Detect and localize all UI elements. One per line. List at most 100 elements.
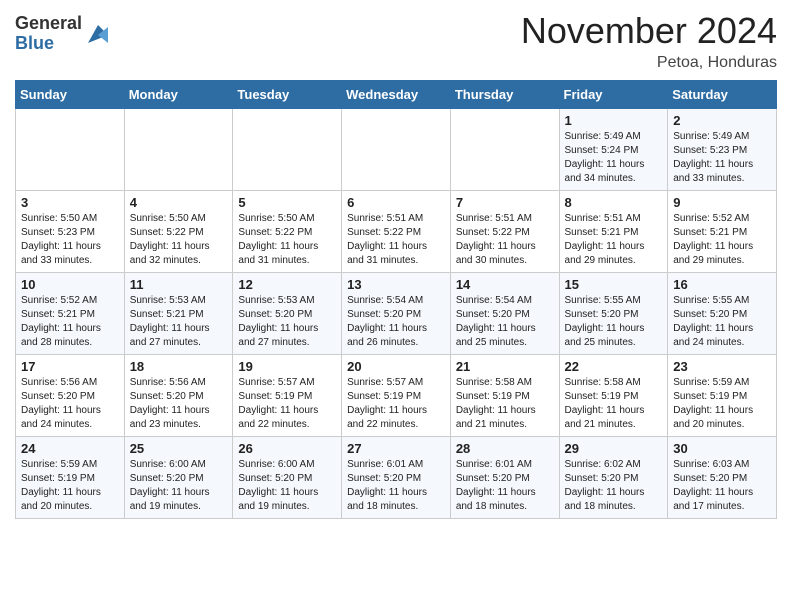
day-number: 26 <box>238 441 336 456</box>
calendar-cell: 12 Sunrise: 5:53 AMSunset: 5:20 PMDayligh… <box>233 273 342 355</box>
calendar-header-row: SundayMondayTuesdayWednesdayThursdayFrid… <box>16 81 777 109</box>
calendar-cell: 21 Sunrise: 5:58 AMSunset: 5:19 PMDayligh… <box>450 355 559 437</box>
calendar-table: SundayMondayTuesdayWednesdayThursdayFrid… <box>15 80 777 519</box>
day-number: 22 <box>565 359 663 374</box>
day-number: 27 <box>347 441 445 456</box>
column-header-thursday: Thursday <box>450 81 559 109</box>
calendar-cell: 27 Sunrise: 6:01 AMSunset: 5:20 PMDayligh… <box>342 437 451 519</box>
day-number: 8 <box>565 195 663 210</box>
calendar-cell: 5 Sunrise: 5:50 AMSunset: 5:22 PMDaylight… <box>233 191 342 273</box>
day-info: Sunrise: 5:54 AMSunset: 5:20 PMDaylight:… <box>347 294 445 350</box>
day-number: 1 <box>565 113 663 128</box>
day-info: Sunrise: 6:01 AMSunset: 5:20 PMDaylight:… <box>347 458 445 514</box>
calendar-cell: 28Sunrise: 6:01 AMSunset: 5:20 PMDayligh… <box>450 437 559 519</box>
calendar-cell: 29 Sunrise: 6:02 AMSunset: 5:20 PMDayligh… <box>559 437 668 519</box>
calendar-cell: 19 Sunrise: 5:57 AMSunset: 5:19 PMDayligh… <box>233 355 342 437</box>
column-header-monday: Monday <box>124 81 233 109</box>
calendar-cell: 1 Sunrise: 5:49 AMSunset: 5:24 PMDaylight… <box>559 109 668 191</box>
logo-area: General Blue <box>15 14 112 54</box>
column-header-wednesday: Wednesday <box>342 81 451 109</box>
day-number: 17 <box>21 359 119 374</box>
calendar-cell: 25 Sunrise: 6:00 AMSunset: 5:20 PMDayligh… <box>124 437 233 519</box>
day-number: 18 <box>130 359 228 374</box>
month-title: November 2024 <box>521 10 777 52</box>
week-row-1: 1 Sunrise: 5:49 AMSunset: 5:24 PMDaylight… <box>16 109 777 191</box>
column-header-sunday: Sunday <box>16 81 125 109</box>
day-number: 24 <box>21 441 119 456</box>
logo-icon <box>84 21 112 49</box>
calendar-page: General Blue November 2024 Petoa, Hondur… <box>0 0 792 534</box>
day-info: Sunrise: 5:56 AMSunset: 5:20 PMDaylight:… <box>21 376 119 432</box>
column-header-saturday: Saturday <box>668 81 777 109</box>
calendar-cell: 6 Sunrise: 5:51 AMSunset: 5:22 PMDaylight… <box>342 191 451 273</box>
logo-general: General <box>15 14 82 34</box>
day-number: 3 <box>21 195 119 210</box>
calendar-cell: 30Sunrise: 6:03 AMSunset: 5:20 PMDayligh… <box>668 437 777 519</box>
day-info: Sunrise: 5:55 AMSunset: 5:20 PMDaylight:… <box>565 294 663 350</box>
calendar-cell: 18Sunrise: 5:56 AMSunset: 5:20 PMDayligh… <box>124 355 233 437</box>
column-header-friday: Friday <box>559 81 668 109</box>
calendar-cell: 8Sunrise: 5:51 AMSunset: 5:21 PMDaylight… <box>559 191 668 273</box>
day-info: Sunrise: 5:49 AMSunset: 5:24 PMDaylight:… <box>565 130 663 186</box>
calendar-cell: 10Sunrise: 5:52 AMSunset: 5:21 PMDayligh… <box>16 273 125 355</box>
day-info: Sunrise: 6:03 AMSunset: 5:20 PMDaylight:… <box>673 458 771 514</box>
day-number: 13 <box>347 277 445 292</box>
day-info: Sunrise: 6:02 AMSunset: 5:20 PMDaylight:… <box>565 458 663 514</box>
calendar-cell <box>450 109 559 191</box>
calendar-cell: 22Sunrise: 5:58 AMSunset: 5:19 PMDayligh… <box>559 355 668 437</box>
day-number: 23 <box>673 359 771 374</box>
day-number: 6 <box>347 195 445 210</box>
calendar-cell: 20Sunrise: 5:57 AMSunset: 5:19 PMDayligh… <box>342 355 451 437</box>
calendar-cell: 16 Sunrise: 5:55 AMSunset: 5:20 PMDayligh… <box>668 273 777 355</box>
calendar-cell: 17 Sunrise: 5:56 AMSunset: 5:20 PMDayligh… <box>16 355 125 437</box>
day-info: Sunrise: 5:50 AMSunset: 5:22 PMDaylight:… <box>130 212 228 268</box>
day-info: Sunrise: 5:50 AMSunset: 5:22 PMDaylight:… <box>238 212 336 268</box>
location-title: Petoa, Honduras <box>521 54 777 72</box>
day-info: Sunrise: 6:00 AMSunset: 5:20 PMDaylight:… <box>130 458 228 514</box>
calendar-cell: 4 Sunrise: 5:50 AMSunset: 5:22 PMDaylight… <box>124 191 233 273</box>
calendar-cell: 3 Sunrise: 5:50 AMSunset: 5:23 PMDaylight… <box>16 191 125 273</box>
day-info: Sunrise: 5:53 AMSunset: 5:20 PMDaylight:… <box>238 294 336 350</box>
day-number: 25 <box>130 441 228 456</box>
calendar-cell: 26Sunrise: 6:00 AMSunset: 5:20 PMDayligh… <box>233 437 342 519</box>
day-number: 4 <box>130 195 228 210</box>
week-row-2: 3 Sunrise: 5:50 AMSunset: 5:23 PMDaylight… <box>16 191 777 273</box>
logo-blue: Blue <box>15 34 82 54</box>
day-number: 10 <box>21 277 119 292</box>
day-info: Sunrise: 5:53 AMSunset: 5:21 PMDaylight:… <box>130 294 228 350</box>
day-info: Sunrise: 5:58 AMSunset: 5:19 PMDaylight:… <box>456 376 554 432</box>
day-info: Sunrise: 5:57 AMSunset: 5:19 PMDaylight:… <box>238 376 336 432</box>
day-number: 9 <box>673 195 771 210</box>
day-number: 21 <box>456 359 554 374</box>
day-number: 14 <box>456 277 554 292</box>
day-number: 2 <box>673 113 771 128</box>
day-number: 5 <box>238 195 336 210</box>
header: General Blue November 2024 Petoa, Hondur… <box>15 10 777 72</box>
day-number: 20 <box>347 359 445 374</box>
calendar-cell <box>233 109 342 191</box>
day-info: Sunrise: 5:51 AMSunset: 5:22 PMDaylight:… <box>456 212 554 268</box>
week-row-3: 10Sunrise: 5:52 AMSunset: 5:21 PMDayligh… <box>16 273 777 355</box>
day-info: Sunrise: 5:51 AMSunset: 5:22 PMDaylight:… <box>347 212 445 268</box>
day-number: 19 <box>238 359 336 374</box>
calendar-cell: 23 Sunrise: 5:59 AMSunset: 5:19 PMDayligh… <box>668 355 777 437</box>
calendar-cell <box>124 109 233 191</box>
calendar-cell: 2 Sunrise: 5:49 AMSunset: 5:23 PMDaylight… <box>668 109 777 191</box>
day-info: Sunrise: 5:54 AMSunset: 5:20 PMDaylight:… <box>456 294 554 350</box>
day-number: 28 <box>456 441 554 456</box>
day-info: Sunrise: 5:49 AMSunset: 5:23 PMDaylight:… <box>673 130 771 186</box>
calendar-cell: 11Sunrise: 5:53 AMSunset: 5:21 PMDayligh… <box>124 273 233 355</box>
title-area: November 2024 Petoa, Honduras <box>521 10 777 72</box>
day-info: Sunrise: 5:55 AMSunset: 5:20 PMDaylight:… <box>673 294 771 350</box>
day-info: Sunrise: 5:50 AMSunset: 5:23 PMDaylight:… <box>21 212 119 268</box>
calendar-cell: 24Sunrise: 5:59 AMSunset: 5:19 PMDayligh… <box>16 437 125 519</box>
day-number: 16 <box>673 277 771 292</box>
day-number: 7 <box>456 195 554 210</box>
calendar-cell: 14 Sunrise: 5:54 AMSunset: 5:20 PMDayligh… <box>450 273 559 355</box>
calendar-cell <box>342 109 451 191</box>
day-number: 29 <box>565 441 663 456</box>
day-number: 12 <box>238 277 336 292</box>
day-info: Sunrise: 5:59 AMSunset: 5:19 PMDaylight:… <box>673 376 771 432</box>
calendar-cell: 15Sunrise: 5:55 AMSunset: 5:20 PMDayligh… <box>559 273 668 355</box>
calendar-cell <box>16 109 125 191</box>
